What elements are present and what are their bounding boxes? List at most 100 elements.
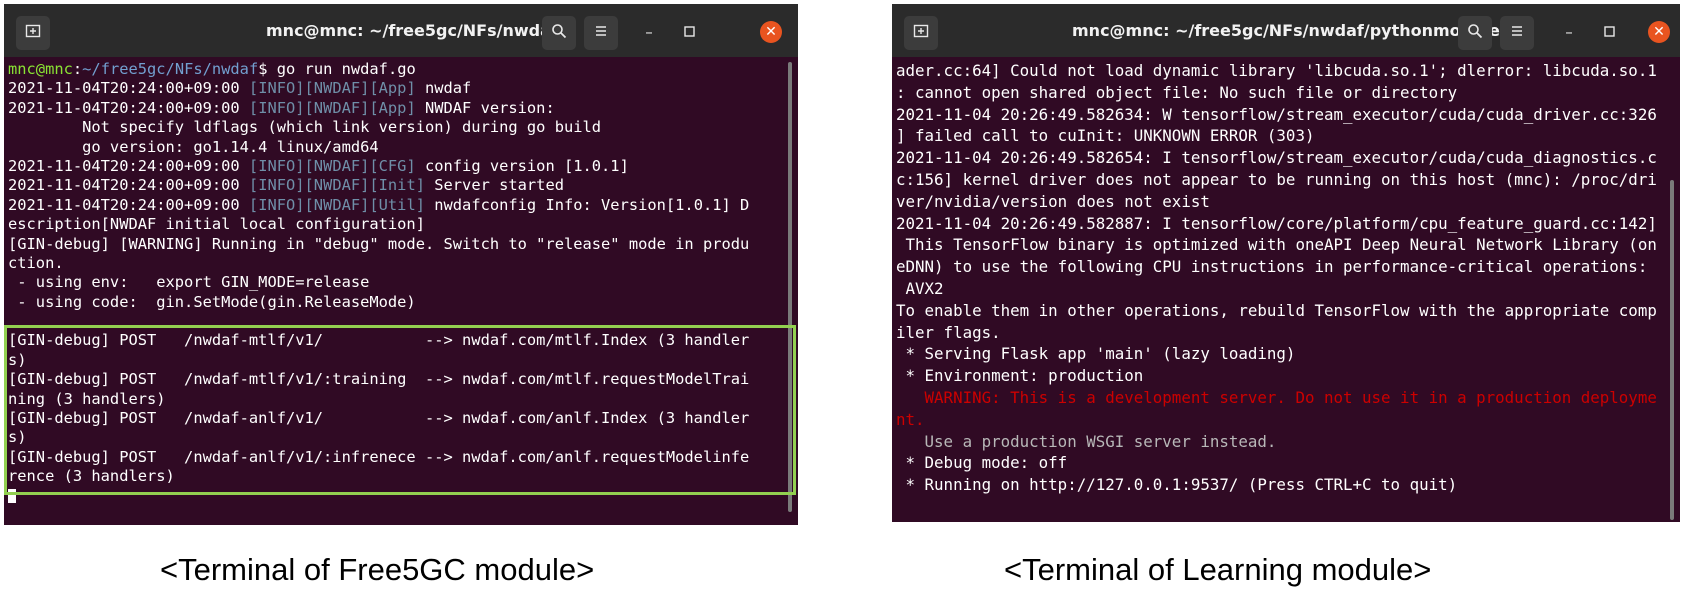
- terminal-line: 2021-11-04T20:24:00+09:00 [INFO][NWDAF][…: [8, 157, 782, 176]
- terminal-text-segment: 2021-11-04T20:24:00+09:00: [8, 156, 249, 175]
- terminal-window-learning[interactable]: mnc@mnc: ~/free5gc/NFs/nwdaf/pythonmodul…: [892, 4, 1680, 522]
- terminal-line: * Debug mode: off: [896, 452, 1664, 474]
- maximize-button[interactable]: [1598, 21, 1620, 43]
- terminal-line: 2021-11-04 20:26:49.582654: I tensorflow…: [896, 147, 1664, 169]
- terminal-line: c:156] kernel driver does not appear to …: [896, 169, 1664, 191]
- terminal-text-segment: nt.: [896, 409, 925, 429]
- hamburger-menu-icon: [1509, 23, 1525, 44]
- terminal-line: * Environment: production: [896, 365, 1664, 387]
- new-tab-icon: [913, 23, 929, 44]
- terminal-line: * Running on http://127.0.0.1:9537/ (Pre…: [896, 474, 1664, 496]
- terminal-text-segment: * Serving Flask app 'main' (lazy loading…: [896, 344, 1296, 364]
- minimize-icon: –: [1565, 23, 1573, 41]
- close-button[interactable]: ✕: [1648, 21, 1670, 43]
- terminal-line: This TensorFlow binary is optimized with…: [896, 234, 1664, 256]
- terminal-line: Not specify ldflags (which link version)…: [8, 118, 782, 137]
- terminal-line: 2021-11-04T20:24:00+09:00 [INFO][NWDAF][…: [8, 79, 782, 98]
- search-icon: [1467, 23, 1483, 44]
- terminal-text-segment: eDNN) to use the following CPU instructi…: [896, 257, 1648, 277]
- terminal-text-segment: go version: go1.14.4 linux/amd64: [8, 137, 379, 156]
- terminal-line: ] failed call to cuInit: UNKNOWN ERROR (…: [896, 125, 1664, 147]
- terminal-line: - using code: gin.SetMode(gin.ReleaseMod…: [8, 293, 782, 312]
- terminal-text-segment: :: [72, 60, 83, 78]
- titlebar[interactable]: mnc@mnc: ~/free5gc/NFs/nwdaf/pythonmodul…: [892, 4, 1680, 57]
- minimize-icon: –: [645, 23, 653, 41]
- new-tab-button[interactable]: [904, 16, 938, 50]
- maximize-button[interactable]: [678, 21, 700, 43]
- terminal-line: * Serving Flask app 'main' (lazy loading…: [896, 343, 1664, 365]
- maximize-icon: [683, 23, 695, 41]
- terminal-text-segment: WARNING: This is a development server. D…: [896, 387, 1657, 407]
- titlebar[interactable]: mnc@mnc: ~/free5gc/NFs/nwdaf – ✕: [4, 4, 798, 57]
- window-title: mnc@mnc: ~/free5gc/NFs/nwdaf/pythonmodul…: [1072, 21, 1500, 40]
- terminal-line: Use a production WSGI server instead.: [896, 431, 1664, 453]
- terminal-line: [GIN-debug] [WARNING] Running in "debug"…: [8, 235, 782, 254]
- terminal-text-segment: AVX2: [896, 278, 944, 298]
- terminal-text-segment: [INFO][NWDAF][App]: [248, 98, 416, 117]
- terminal-text-segment: * Running on http://127.0.0.1:9537/ (Pre…: [896, 475, 1458, 495]
- search-icon: [551, 23, 567, 44]
- terminal-text-segment: Server started: [424, 176, 564, 195]
- terminal-text-segment: mnc@mnc: [8, 60, 73, 78]
- terminal-line: iler flags.: [896, 322, 1664, 344]
- terminal-line: ction.: [8, 254, 782, 273]
- terminal-text-segment: $ go run nwdaf.go: [258, 60, 416, 78]
- hamburger-menu-icon: [593, 23, 609, 44]
- search-button[interactable]: [1458, 16, 1492, 50]
- terminal-text-segment: - using code: gin.SetMode(gin.ReleaseMod…: [8, 292, 416, 311]
- terminal-text-segment: 2021-11-04 20:26:49.582634: W tensorflow…: [896, 104, 1657, 124]
- terminal-line: eDNN) to use the following CPU instructi…: [896, 256, 1664, 278]
- close-button[interactable]: ✕: [760, 21, 782, 43]
- terminal-text-segment: [INFO][NWDAF][Init]: [248, 176, 425, 195]
- terminal-text-segment: [GIN-debug] [WARNING] Running in "debug"…: [8, 234, 750, 253]
- terminal-text-segment: * Debug mode: off: [896, 453, 1068, 473]
- terminal-text-segment: ction.: [8, 253, 64, 272]
- terminal-text-segment: Not specify ldflags (which link version)…: [8, 118, 602, 137]
- scrollbar-thumb[interactable]: [1670, 180, 1674, 520]
- terminal-text-segment: ~/free5gc/NFs/nwdaf: [82, 60, 259, 78]
- minimize-button[interactable]: –: [638, 21, 660, 43]
- terminal-text-segment: To enable them in other operations, rebu…: [896, 300, 1657, 320]
- terminal-text-segment: 2021-11-04T20:24:00+09:00: [8, 195, 249, 214]
- new-tab-button[interactable]: [16, 16, 50, 50]
- terminal-text-segment: c:156] kernel driver does not appear to …: [896, 169, 1657, 189]
- terminal-text-segment: : cannot open shared object file: No suc…: [896, 82, 1458, 102]
- terminal-line: mnc@mnc:~/free5gc/NFs/nwdaf$ go run nwda…: [8, 60, 782, 79]
- terminal-text-segment: NWDAF version:: [415, 98, 555, 117]
- terminal-line: nt.: [896, 409, 1664, 431]
- terminal-text-segment: 2021-11-04T20:24:00+09:00: [8, 98, 249, 117]
- terminal-line: AVX2: [896, 278, 1664, 300]
- terminal-line: 2021-11-04T20:24:00+09:00 [INFO][NWDAF][…: [8, 196, 782, 215]
- minimize-button[interactable]: –: [1558, 21, 1580, 43]
- terminal-output[interactable]: ader.cc:64] Could not load dynamic libra…: [896, 60, 1664, 522]
- terminal-line: 2021-11-04T20:24:00+09:00 [INFO][NWDAF][…: [8, 176, 782, 195]
- terminal-line: : cannot open shared object file: No suc…: [896, 82, 1664, 104]
- terminal-line: To enable them in other operations, rebu…: [896, 300, 1664, 322]
- terminal-text-segment: ader.cc:64] Could not load dynamic libra…: [896, 61, 1657, 80]
- caption-right: <Terminal of Learning module>: [1004, 552, 1432, 587]
- new-tab-icon: [25, 23, 41, 44]
- menu-button[interactable]: [1500, 16, 1534, 50]
- terminal-text-segment: * Environment: production: [896, 366, 1144, 386]
- scrollbar[interactable]: [1668, 60, 1676, 520]
- terminal-text-segment: config version [1.0.1]: [415, 156, 629, 175]
- terminal-text-segment: iler flags.: [896, 322, 1001, 342]
- highlight-box-routes: [4, 325, 796, 495]
- search-button[interactable]: [542, 16, 576, 50]
- terminal-text-segment: [INFO][NWDAF][Util]: [248, 195, 425, 214]
- terminal-line: ver/nvidia/version does not exist: [896, 191, 1664, 213]
- caption-left: <Terminal of Free5GC module>: [160, 552, 595, 587]
- terminal-text-segment: Use a production WSGI server instead.: [896, 431, 1277, 451]
- terminal-text-segment: 2021-11-04 20:26:49.582887: I tensorflow…: [896, 213, 1657, 233]
- terminal-text-segment: nwdaf: [415, 79, 472, 98]
- terminal-text-segment: nwdafconfig Info: Version[1.0.1] D: [424, 195, 750, 214]
- terminal-line: 2021-11-04T20:24:00+09:00 [INFO][NWDAF][…: [8, 99, 782, 118]
- menu-button[interactable]: [584, 16, 618, 50]
- terminal-line: ader.cc:64] Could not load dynamic libra…: [896, 60, 1664, 82]
- terminal-line: WARNING: This is a development server. D…: [896, 387, 1664, 409]
- terminal-text-segment: - using env: export GIN_MODE=release: [8, 273, 370, 292]
- terminal-text-segment: This TensorFlow binary is optimized with…: [896, 235, 1657, 255]
- terminal-line: 2021-11-04 20:26:49.582887: I tensorflow…: [896, 213, 1664, 235]
- terminal-text-segment: ver/nvidia/version does not exist: [896, 191, 1210, 211]
- window-title: mnc@mnc: ~/free5gc/NFs/nwdaf: [266, 21, 558, 40]
